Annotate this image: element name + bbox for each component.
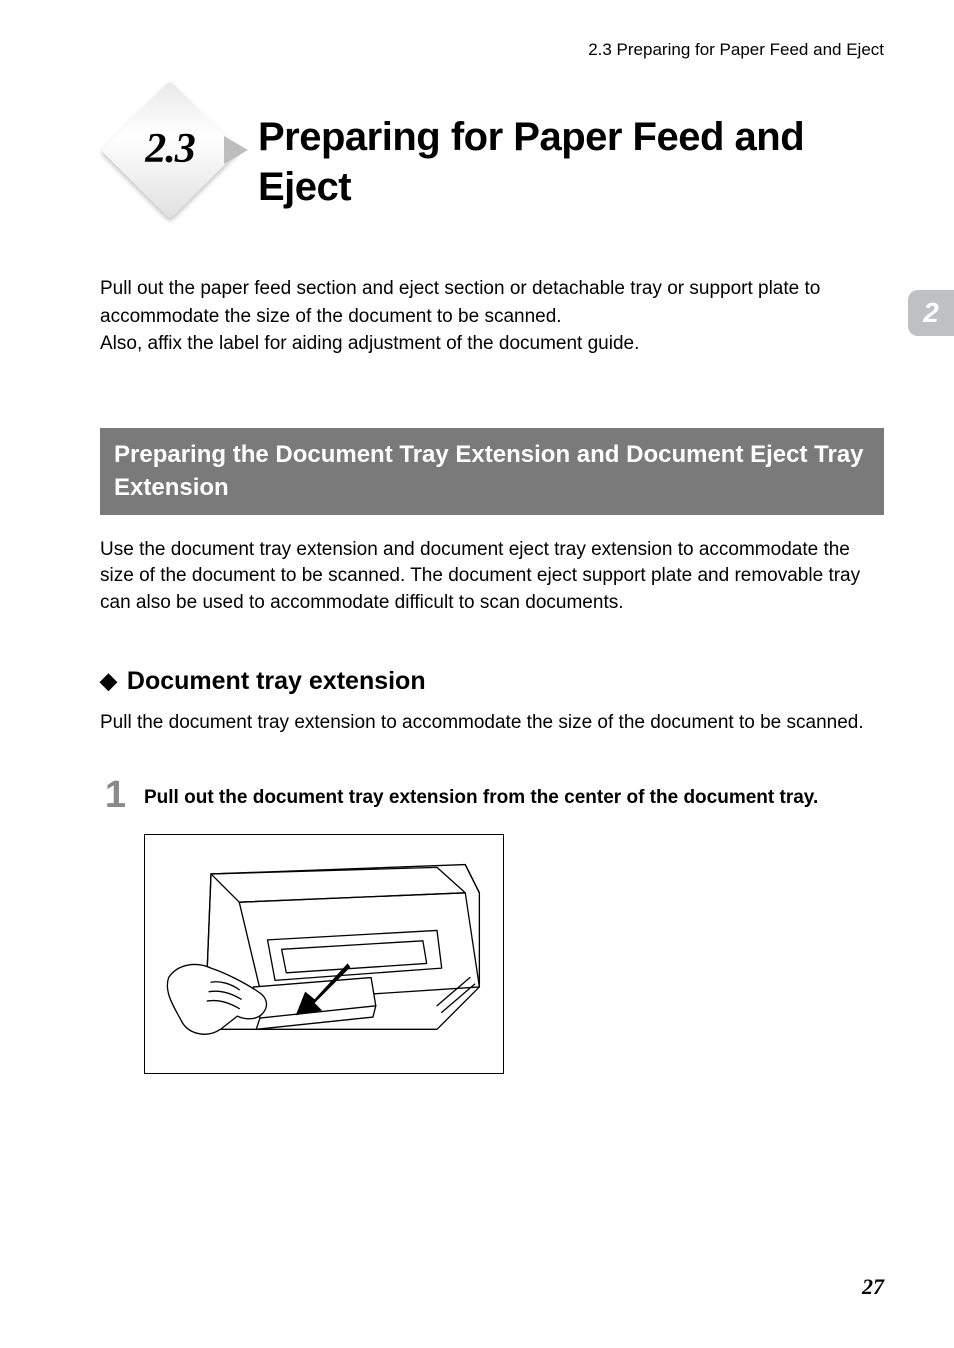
- subsection-heading: ◆ Document tray extension: [100, 667, 884, 696]
- running-head: 2.3 Preparing for Paper Feed and Eject: [100, 40, 884, 60]
- section-body: Use the document tray extension and docu…: [100, 537, 884, 617]
- intro-line1: Pull out the paper feed section and ejec…: [100, 278, 820, 327]
- diamond-bullet-icon: ◆: [100, 668, 117, 694]
- title-block: 2.3 Preparing for Paper Feed and Eject: [100, 90, 884, 220]
- step-number: 1: [100, 776, 126, 814]
- step-instruction: Pull out the document tray extension fro…: [144, 776, 818, 814]
- page: 2.3 Preparing for Paper Feed and Eject 2…: [0, 0, 954, 1348]
- section-number-diamond: 2.3: [100, 80, 240, 220]
- section-heading-bar: Preparing the Document Tray Extension an…: [100, 428, 884, 515]
- main-title: Preparing for Paper Feed and Eject: [258, 90, 884, 212]
- illustration-tray-extension: [144, 834, 504, 1074]
- subsection-title: Document tray extension: [127, 667, 426, 696]
- intro-text: Pull out the paper feed section and ejec…: [100, 275, 884, 358]
- chevron-right-icon: [224, 136, 248, 164]
- subsection-body: Pull the document tray extension to acco…: [100, 710, 884, 737]
- intro-line2: Also, affix the label for aiding adjustm…: [100, 333, 639, 354]
- step-1: 1 Pull out the document tray extension f…: [100, 776, 884, 814]
- section-number: 2.3: [145, 125, 195, 173]
- page-number: 27: [862, 1274, 884, 1300]
- chapter-tab: 2: [908, 290, 954, 336]
- printer-illustration-icon: [151, 841, 497, 1067]
